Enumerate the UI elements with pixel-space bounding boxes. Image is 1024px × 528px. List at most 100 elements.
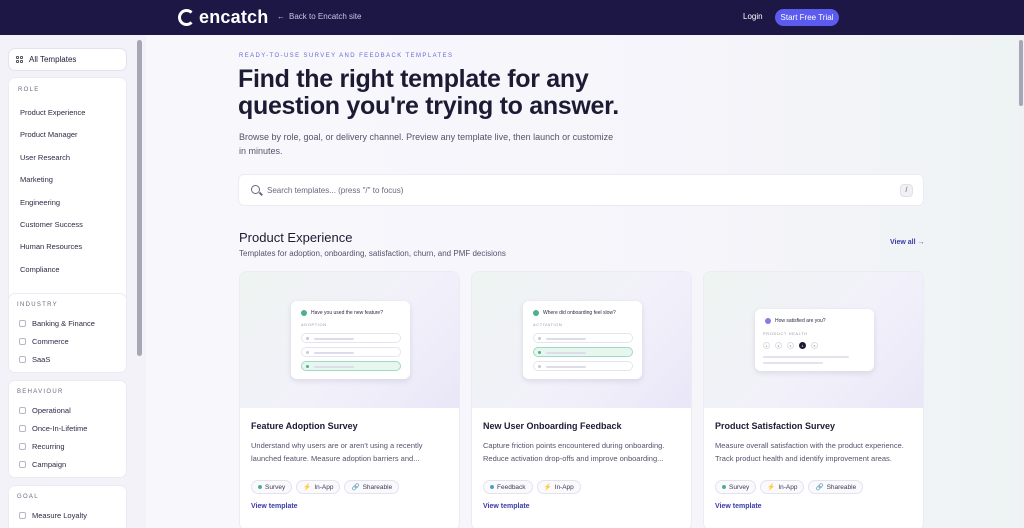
preview-question-text: How satisfied are you? [775,318,826,324]
industry-checkbox-saas[interactable]: SaaS [19,355,50,364]
view-template-link[interactable]: View template [251,503,298,510]
encatch-logo[interactable]: encatch [178,7,268,28]
role-item-customer-success[interactable]: Customer Success [20,220,83,229]
lightning-icon: ⚡ [767,484,776,491]
behaviour-heading: BEHAVIOUR [17,389,64,395]
checkbox-label: SaaS [32,355,51,364]
role-item-product-experience[interactable]: Product Experience [20,108,85,117]
tag-survey: Survey [715,480,757,494]
checkbox[interactable] [19,320,26,327]
role-item-engineering[interactable]: Engineering [20,198,60,207]
preview-question-text: Where did onboarding feel slow? [543,310,616,316]
logo-icon [178,9,195,26]
template-preview: Have you used the new feature? ADOPTION [240,272,459,408]
behaviour-checkbox-campaign[interactable]: Campaign [19,460,66,469]
template-card-product-satisfaction[interactable]: How satisfied are you? PRODUCT HEALTH 1 … [703,271,924,528]
all-templates-button[interactable]: All Templates [8,48,127,71]
preview-tag: PRODUCT HEALTH [763,331,808,336]
checkbox-label: Measure Loyalty [32,511,88,520]
logo-text: encatch [199,7,269,27]
behaviour-checkbox-once[interactable]: Once-In-Lifetime [19,424,87,433]
tag-label: Shareable [362,483,393,491]
industry-checkbox-banking[interactable]: Banking & Finance [19,319,95,328]
preview-survey-widget: Where did onboarding feel slow? ACTIVATI… [523,301,642,379]
view-all-link[interactable]: View all → [890,239,925,246]
role-item-product-manager[interactable]: Product Manager [20,130,78,139]
search-input[interactable]: Search templates... (press "/" to focus) [267,186,403,195]
view-template-link[interactable]: View template [715,503,762,510]
rating-dot-selected: 4 [799,342,806,349]
behaviour-checkbox-recurring[interactable]: Recurring [19,442,65,451]
preview-option [301,347,401,357]
tag-label: Survey [265,483,286,491]
search-bar[interactable]: Search templates... (press "/" to focus)… [238,174,924,206]
tag-label: In-App [778,483,798,491]
card-description: Measure overall satisfaction with the pr… [715,441,904,463]
template-card-feature-adoption[interactable]: Have you used the new feature? ADOPTION … [239,271,460,528]
industry-heading: INDUSTRY [17,302,58,308]
role-item-marketing[interactable]: Marketing [20,175,53,184]
arrow-left-icon: ← [277,12,285,21]
tag-shareable: 🔗 Shareable [344,480,400,494]
feedback-dot-icon [490,485,494,489]
preview-question: Where did onboarding feel slow? [533,310,616,316]
card-tags: Survey ⚡ In-App 🔗 Shareable [715,480,864,494]
sparkle-icon [301,310,307,316]
filter-sidebar: All Templates ROLE Product Experience Pr… [0,35,146,528]
sparkle-icon [533,310,539,316]
preview-option [533,333,633,343]
start-free-trial-button[interactable]: Start Free Trial [775,9,839,26]
checkbox-label: Banking & Finance [32,319,95,328]
search-icon [251,185,260,194]
card-description: Understand why users are or aren't using… [251,441,423,463]
role-item-human-resources[interactable]: Human Resources [20,242,82,251]
preview-option-selected [533,347,633,357]
tag-label: In-App [314,483,334,491]
card-title: New User Onboarding Feedback [483,421,622,431]
checkbox[interactable] [19,356,26,363]
lightning-icon: ⚡ [543,484,552,491]
survey-dot-icon [258,485,262,489]
hero-eyebrow: READY-TO-USE SURVEY AND FEEDBACK TEMPLAT… [239,53,454,59]
role-item-compliance[interactable]: Compliance [20,265,60,274]
section-title: Product Experience [239,230,353,245]
back-to-site-link[interactable]: ← Back to Encatch site [277,12,361,21]
role-item-user-research[interactable]: User Research [20,153,70,162]
login-link[interactable]: Login [743,12,763,21]
hero-intro: Browse by role, goal, or delivery channe… [239,132,614,156]
checkbox-label: Recurring [32,442,65,451]
smile-icon [765,318,771,324]
preview-option [301,333,401,343]
goal-filter-group [8,485,127,528]
template-preview: How satisfied are you? PRODUCT HEALTH 1 … [704,272,923,408]
checkbox-label: Commerce [32,337,69,346]
top-navigation: encatch ← Back to Encatch site Login Sta… [0,0,1024,35]
page-scrollbar-track[interactable] [1018,35,1024,528]
preview-rating-scale: 1 2 3 4 5 [763,342,818,349]
template-card-onboarding-feedback[interactable]: Where did onboarding feel slow? ACTIVATI… [471,271,692,528]
checkbox[interactable] [19,425,26,432]
checkbox[interactable] [19,443,26,450]
link-icon: 🔗 [351,484,360,491]
checkbox[interactable] [19,461,26,468]
checkbox[interactable] [19,407,26,414]
preview-survey-widget: Have you used the new feature? ADOPTION [291,301,410,379]
preview-question: Have you used the new feature? [301,310,383,316]
preview-tag: ADOPTION [301,322,327,327]
industry-checkbox-commerce[interactable]: Commerce [19,337,69,346]
behaviour-checkbox-operational[interactable]: Operational [19,406,71,415]
tag-label: Survey [729,483,750,491]
preview-question: How satisfied are you? [765,318,826,324]
view-template-link[interactable]: View template [483,503,530,510]
page-scrollbar-thumb[interactable] [1019,40,1023,106]
checkbox[interactable] [19,338,26,345]
goal-checkbox-measure-loyalty[interactable]: Measure Loyalty [19,511,87,520]
keyboard-shortcut-hint: / [900,184,913,197]
sidebar-scrollbar[interactable] [137,40,142,356]
checkbox[interactable] [19,512,26,519]
back-link-label: Back to Encatch site [289,12,362,21]
tag-label: Shareable [826,483,857,491]
tag-in-app: ⚡ In-App [760,480,805,494]
lightning-icon: ⚡ [303,484,312,491]
survey-dot-icon [722,485,726,489]
